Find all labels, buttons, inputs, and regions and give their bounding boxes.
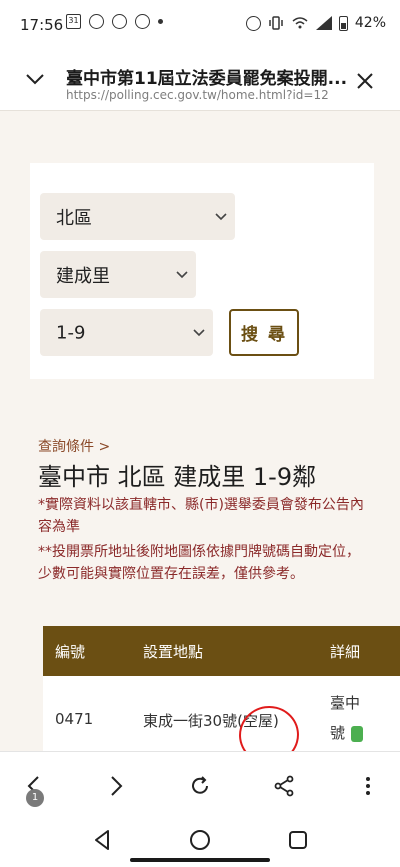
battery-icon: [338, 15, 348, 31]
chevron-down-icon: [193, 328, 205, 336]
status-bar: 17:56 31 42%: [0, 0, 400, 52]
threads-icon: [112, 14, 127, 29]
neighborhood-select[interactable]: 1-9: [40, 309, 213, 356]
station-detail-line2: 號: [330, 724, 346, 742]
nav-recents-icon[interactable]: [286, 828, 310, 852]
battery-percent: 42%: [354, 15, 386, 31]
signal-icon: [315, 16, 332, 30]
alarm-icon: [245, 15, 261, 31]
page-content: 北區 建成里 1-9 搜 尋 查詢條件 > 臺中市 北區 建成里 1-9鄰 *實…: [0, 111, 400, 763]
header-location: 設置地點: [143, 643, 204, 661]
filter-card: 北區 建成里 1-9 搜 尋: [30, 163, 374, 379]
polling-station-table: 編號 設置地點 詳細 0471 東成一街30號(空屋) 臺中 號: [43, 626, 400, 763]
page-title: 臺中市第11屆立法委員罷免案投開...: [66, 69, 348, 89]
threads-icon: [135, 14, 150, 29]
share-icon[interactable]: [272, 774, 296, 798]
close-icon[interactable]: [354, 70, 376, 92]
search-button[interactable]: 搜 尋: [229, 309, 299, 356]
calendar-icon: 31: [66, 14, 81, 29]
system-nav-bar: [0, 815, 400, 867]
header-detail: 詳細: [330, 643, 361, 661]
chevron-down-icon: [176, 270, 188, 278]
nav-home-icon[interactable]: [188, 828, 212, 852]
reload-icon[interactable]: [188, 774, 212, 798]
browser-top-bar: 臺中市第11屆立法委員罷免案投開... https://polling.cec.…: [0, 52, 400, 111]
map-accuracy-note: **投開票所地址後附地圖係依據門牌號碼自動定位，少數可能與實際位置存在誤差，僅供…: [38, 544, 360, 582]
village-value: 建成里: [56, 265, 110, 287]
district-value: 北區: [56, 207, 92, 229]
status-time: 17:56: [20, 16, 64, 34]
station-id: 0471: [55, 710, 94, 728]
nav-back-icon[interactable]: [90, 828, 114, 852]
criteria-link[interactable]: 查詢條件 >: [38, 436, 110, 456]
map-icon[interactable]: [351, 726, 363, 742]
alarm-icon: [89, 14, 104, 29]
forward-icon[interactable]: [104, 774, 128, 798]
neighborhood-value: 1-9: [56, 322, 86, 343]
district-select[interactable]: 北區: [40, 193, 235, 240]
result-title: 臺中市 北區 建成里 1-9鄰: [38, 463, 317, 491]
table-row[interactable]: 0471 東成一街30號(空屋) 臺中 號: [43, 676, 400, 763]
station-detail-line1: 臺中: [330, 694, 361, 712]
gesture-handle: [130, 858, 270, 862]
chevron-down-icon[interactable]: [24, 68, 46, 90]
dot-icon: [158, 19, 163, 24]
disclaimer-note: *實際資料以該直轄市、縣(市)選舉委員會發布公告內容為準: [38, 497, 364, 535]
table-header: 編號 設置地點 詳細: [43, 626, 400, 676]
page-url: https://polling.cec.gov.tw/home.html?id=…: [66, 88, 329, 102]
browser-bottom-bar: 1: [0, 751, 400, 816]
chevron-down-icon: [215, 212, 227, 220]
village-select[interactable]: 建成里: [40, 251, 196, 298]
header-id: 編號: [55, 643, 86, 661]
wifi-call-icon: [292, 17, 308, 29]
vibrate-icon: [269, 16, 283, 30]
more-options-icon[interactable]: [356, 774, 380, 798]
tab-count-badge[interactable]: 1: [26, 789, 44, 807]
